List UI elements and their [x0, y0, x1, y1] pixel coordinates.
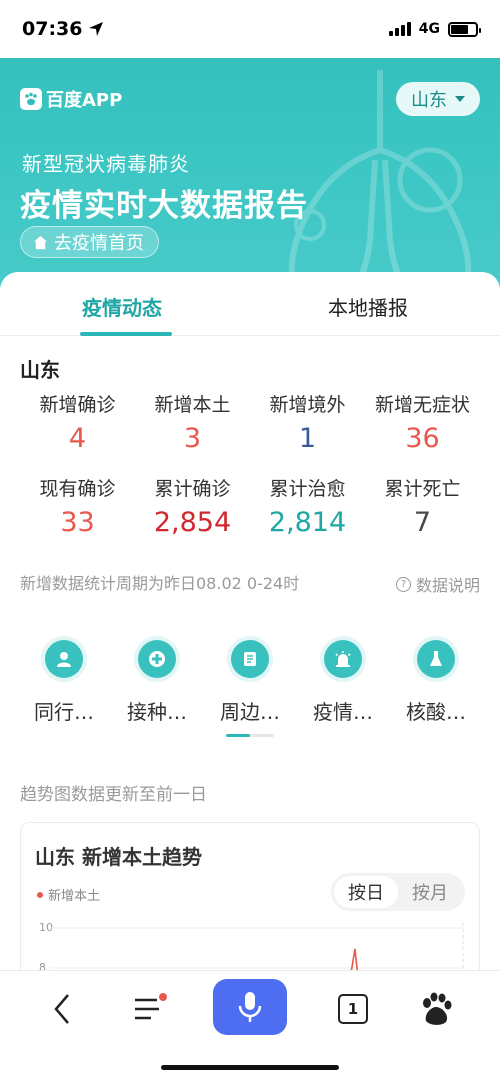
stat-value: 36 [405, 423, 440, 454]
chevron-left-icon [54, 994, 69, 1024]
service-label: 疫情… [313, 700, 373, 724]
bottom-nav: 1 [0, 970, 500, 1082]
home-link-button[interactable]: 去疫情首页 [20, 226, 159, 258]
stat-new-asymptomatic: 新增无症状 36 [360, 390, 485, 454]
alarm-icon [324, 640, 362, 678]
stat-total-deaths: 累计死亡 7 [360, 474, 485, 538]
flask-icon [417, 640, 455, 678]
tab-local-broadcast[interactable]: 本地播报 [328, 292, 408, 321]
document-icon [231, 640, 269, 678]
stat-value: 33 [60, 507, 95, 538]
service-label: 核酸… [406, 700, 466, 724]
shield-plus-icon [138, 640, 176, 678]
tab-count-icon: 1 [338, 994, 368, 1024]
voice-search-button[interactable] [213, 979, 287, 1035]
tab-epidemic-news[interactable]: 疫情动态 [82, 292, 162, 321]
battery-icon [448, 21, 481, 37]
person-icon [45, 640, 83, 678]
service-label: 接种… [127, 700, 187, 724]
region-selector[interactable]: 山东 [396, 82, 480, 116]
question-icon: ? [395, 576, 411, 592]
stat-value: 7 [413, 507, 432, 538]
service-label: 同行… [34, 700, 94, 724]
province-heading: 山东 [20, 358, 60, 382]
stat-total-cured: 累计治愈 2,814 [245, 474, 370, 538]
baidu-paw-icon [423, 992, 452, 1025]
stat-label: 累计死亡 [384, 478, 461, 500]
stat-label: 新增无症状 [374, 394, 470, 416]
baidu-home-button[interactable] [416, 989, 456, 1029]
stat-label: 新增确诊 [39, 394, 116, 416]
tab-indicator [80, 332, 172, 336]
microphone-icon [238, 992, 262, 1022]
home-indicator [161, 1065, 339, 1070]
stat-total-confirmed: 累计确诊 2,854 [130, 474, 255, 538]
status-bar: 07:36 4G [0, 0, 500, 58]
stat-label: 现有确诊 [39, 478, 116, 500]
tabs-button[interactable]: 1 [335, 989, 371, 1029]
stat-value: 3 [183, 423, 202, 454]
stat-new-confirmed: 新增确诊 4 [15, 390, 140, 454]
paw-icon [20, 88, 42, 110]
stat-value: 4 [68, 423, 87, 454]
page-title: 疫情实时大数据报告 [20, 188, 308, 224]
tab-bar: 疫情动态 本地播报 [0, 272, 500, 336]
home-link-label: 去疫情首页 [54, 233, 144, 254]
network-label: 4G [418, 21, 440, 37]
brand-name: 百度APP [46, 90, 123, 111]
stat-value: 2,854 [153, 507, 232, 538]
signal-icon [388, 22, 411, 36]
service-companion[interactable]: 同行… [17, 640, 111, 725]
service-vaccination[interactable]: 接种… [110, 640, 204, 725]
menu-icon [135, 993, 167, 1020]
data-explain-label: 数据说明 [415, 576, 480, 595]
caret-down-icon [455, 96, 465, 102]
service-epidemic[interactable]: 疫情… [296, 640, 390, 725]
stat-new-local: 新增本土 3 [130, 390, 255, 454]
menu-button[interactable] [128, 989, 170, 1029]
service-nucleic-test[interactable]: 核酸… [389, 640, 483, 725]
stat-label: 新增境外 [269, 394, 346, 416]
stat-new-imported: 新增境外 1 [245, 390, 370, 454]
stat-label: 累计确诊 [154, 478, 231, 500]
baidu-logo: 百度APP [20, 86, 122, 112]
stat-value: 2,814 [268, 507, 347, 538]
back-button[interactable] [44, 989, 80, 1029]
home-icon [33, 235, 48, 249]
data-explain-link[interactable]: ? 数据说明 [395, 572, 480, 596]
stats-period-note: 新增数据统计周期为昨日08.02 0-24时 [20, 574, 300, 593]
services-pager [226, 734, 274, 737]
stat-label: 新增本土 [154, 394, 231, 416]
stat-value: 1 [298, 423, 317, 454]
trend-update-note: 趋势图数据更新至前一日 [20, 785, 207, 805]
stat-label: 累计治愈 [269, 478, 346, 500]
stat-current-confirmed: 现有确诊 33 [15, 474, 140, 538]
status-time: 07:36 [22, 18, 104, 40]
page-subtitle: 新型冠状病毒肺炎 [22, 152, 190, 176]
service-label: 周边… [220, 700, 280, 724]
location-arrow-icon [89, 22, 104, 36]
main-panel: 疫情动态 本地播报 山东 新增确诊 4 新增本土 3 新增境外 1 新增无症状 … [0, 272, 500, 1023]
service-nearby[interactable]: 周边… [203, 640, 297, 725]
region-label: 山东 [411, 90, 447, 111]
